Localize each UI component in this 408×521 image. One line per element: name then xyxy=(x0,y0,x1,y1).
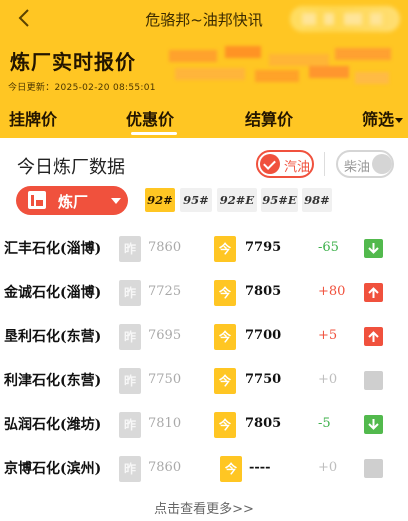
caret-down-icon xyxy=(395,118,404,123)
plant-select-label: 炼厂 xyxy=(58,193,89,211)
grade-tab-95e[interactable]: 95#E xyxy=(261,188,298,212)
yesterday-price: 7860 xyxy=(148,240,182,255)
price-change: +5 xyxy=(318,328,338,343)
header: 危骆邦~油邦快讯 炼厂实时报价 今日更新：2025-02-20 08:55:01… xyxy=(0,0,408,138)
blurred-banner xyxy=(165,44,405,86)
yesterday-price: 7695 xyxy=(148,328,182,343)
today-badge: 今 xyxy=(220,456,242,482)
today-badge: 今 xyxy=(214,324,236,350)
yesterday-badge: 昨 xyxy=(119,324,141,350)
table-row[interactable]: 弘润石化(潍坊) 昨 7810 今 7805 -5 xyxy=(0,403,408,447)
grade-tab-98[interactable]: 98# xyxy=(302,188,332,212)
price-change: -5 xyxy=(318,416,331,431)
update-time: 今日更新：2025-02-20 08:55:01 xyxy=(8,83,156,93)
yesterday-price: 7860 xyxy=(148,460,182,475)
yesterday-badge: 昨 xyxy=(119,236,141,262)
table-row[interactable]: 金诚石化(淄博) 昨 7725 今 7805 +80 xyxy=(0,271,408,315)
tab-settlement-price[interactable]: 结算价 xyxy=(245,106,293,130)
toggle-knob xyxy=(372,154,392,174)
factory-icon xyxy=(28,191,46,209)
arrow-up-icon xyxy=(364,327,383,346)
today-price: 7795 xyxy=(245,240,282,255)
diesel-toggle[interactable]: 柴油 xyxy=(336,150,394,178)
grade-tab-92[interactable]: 92# xyxy=(145,188,175,212)
today-badge: 今 xyxy=(214,236,236,262)
table-row[interactable]: 汇丰石化(淄博) 昨 7860 今 7795 -65 xyxy=(0,227,408,271)
refinery-name: 垦利石化(东营) xyxy=(4,329,102,345)
hero-title: 炼厂实时报价 xyxy=(10,50,136,74)
check-icon xyxy=(260,154,280,174)
today-price: 7805 xyxy=(245,284,282,299)
yesterday-price: 7725 xyxy=(148,284,182,299)
arrow-down-icon xyxy=(364,415,383,434)
yesterday-badge: 昨 xyxy=(119,368,141,394)
yesterday-price: 7810 xyxy=(148,416,182,431)
refinery-name: 利津石化(东营) xyxy=(4,373,102,389)
today-price: ---- xyxy=(249,460,271,475)
table-row[interactable]: 利津石化(东营) 昨 7750 今 7750 +0 xyxy=(0,359,408,403)
today-price: 7750 xyxy=(245,372,282,387)
today-badge: 今 xyxy=(214,368,236,394)
price-change: -65 xyxy=(318,240,339,255)
price-change: +80 xyxy=(318,284,346,299)
filter-label: 筛选 xyxy=(362,110,395,129)
tab-filter[interactable]: 筛选 xyxy=(362,106,404,130)
today-badge: 今 xyxy=(214,280,236,306)
view-more-link[interactable]: 点击查看更多>> xyxy=(0,498,408,517)
no-change-icon xyxy=(364,459,383,478)
price-tabs: 挂牌价 优惠价 结算价 筛选 xyxy=(0,98,408,138)
refinery-name: 金诚石化(淄博) xyxy=(4,285,102,301)
yesterday-price: 7750 xyxy=(148,372,182,387)
today-badge: 今 xyxy=(214,412,236,438)
price-change: +0 xyxy=(318,460,338,475)
diesel-label: 柴油 xyxy=(344,160,371,175)
section-title: 今日炼厂数据 xyxy=(17,157,125,178)
caret-down-icon xyxy=(111,198,121,204)
yesterday-badge: 昨 xyxy=(119,280,141,306)
gasoline-label: 汽油 xyxy=(284,160,311,175)
table-row[interactable]: 京博石化(滨州) 昨 7860 今 ---- +0 xyxy=(0,447,408,491)
no-change-icon xyxy=(364,371,383,390)
yesterday-badge: 昨 xyxy=(119,456,141,482)
yesterday-badge: 昨 xyxy=(119,412,141,438)
tab-listed-price[interactable]: 挂牌价 xyxy=(9,106,57,130)
divider xyxy=(324,152,325,176)
refinery-name: 汇丰石化(淄博) xyxy=(4,241,102,257)
plant-select[interactable]: 炼厂 xyxy=(16,186,128,215)
today-price: 7700 xyxy=(245,328,282,343)
today-price: 7805 xyxy=(245,416,282,431)
refinery-name: 京博石化(滨州) xyxy=(4,461,102,477)
tab-discount-price[interactable]: 优惠价 xyxy=(126,106,174,130)
gasoline-toggle[interactable]: 汽油 xyxy=(256,150,314,178)
top-bar: 危骆邦~油邦快讯 xyxy=(0,0,408,36)
price-change: +0 xyxy=(318,372,338,387)
refinery-name: 弘润石化(潍坊) xyxy=(4,417,102,433)
grade-tab-92e[interactable]: 92#E xyxy=(217,188,257,212)
active-tab-indicator xyxy=(131,132,177,135)
grade-tab-95[interactable]: 95# xyxy=(180,188,212,212)
blurred-toolbar[interactable] xyxy=(290,6,400,32)
arrow-down-icon xyxy=(364,239,383,258)
table-row[interactable]: 垦利石化(东营) 昨 7695 今 7700 +5 xyxy=(0,315,408,359)
arrow-up-icon xyxy=(364,283,383,302)
